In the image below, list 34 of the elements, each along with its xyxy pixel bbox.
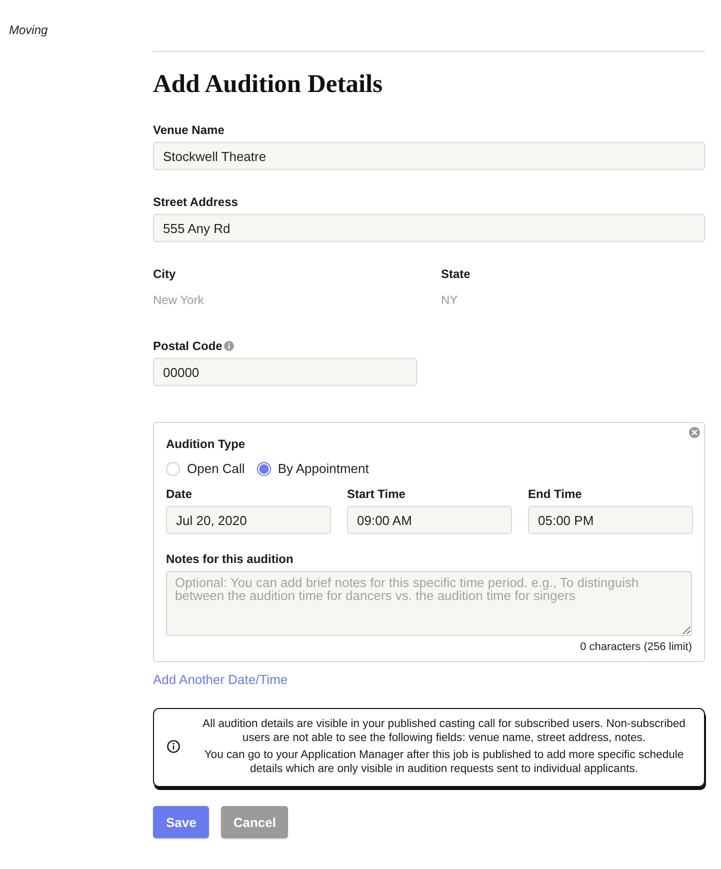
time-field[interactable]: 09:00 AM (347, 506, 512, 534)
close-button[interactable] (689, 427, 700, 438)
street-address-field[interactable]: 555 Any Rd (153, 214, 705, 242)
radio-button[interactable] (166, 462, 180, 476)
field-label: Notes for this audition (166, 551, 294, 567)
radio-label[interactable]: By Appointment (278, 461, 369, 477)
date-field[interactable]: Jul 20, 2020 (166, 506, 331, 534)
notice-paragraph: All audition details are visible in your published casting call for subscribed users. Non-subscribed users are not able to see the following fields: venue name, street address, notes. (202, 717, 686, 745)
close-icon (689, 427, 700, 438)
field-value: NY (441, 292, 458, 308)
info-icon (224, 341, 234, 351)
character-counter: 0 characters (256 limit) (580, 640, 692, 654)
breadcrumb-text: Moving (9, 22, 48, 38)
save-button[interactable]: Save (153, 806, 210, 838)
field-label: Venue Name (153, 122, 224, 138)
field-label: Date (166, 486, 192, 502)
add-date-time-link[interactable]: Add Another Date/Time (153, 672, 288, 688)
radio-button[interactable] (256, 462, 271, 476)
field-label: Postal Code (153, 338, 222, 354)
field-label: Street Address (153, 194, 238, 210)
info-icon (167, 740, 180, 753)
notice-paragraph: You can go to your Application Manager after this job is published to add more specific schedule details which are only visible in audition requests sent to individual applicants. (203, 748, 685, 776)
field-label: City (153, 266, 176, 282)
venue-name-field[interactable]: Stockwell Theatre (153, 142, 705, 170)
field-label: Start Time (347, 486, 406, 502)
time-field[interactable]: 05:00 PM (528, 506, 693, 534)
field-value: New York (153, 292, 204, 308)
page-heading: Add Audition Details (153, 69, 383, 99)
postal-code-field[interactable]: 00000 (153, 358, 417, 386)
field-label: End Time (528, 486, 582, 502)
notes-field[interactable]: Optional: You can add brief notes for this specific time period. e.g., To distinguish between the audition time for dancers vs. the audition time for singers (166, 571, 692, 636)
field-label: Audition Type (166, 436, 246, 452)
radio-label[interactable]: Open Call (187, 461, 245, 477)
field-label: State (441, 266, 470, 282)
